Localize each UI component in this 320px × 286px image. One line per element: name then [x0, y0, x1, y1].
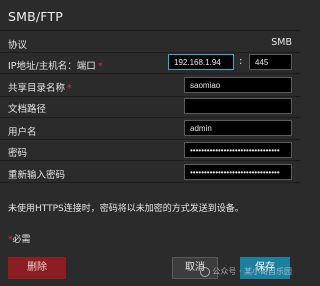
- password-label: 密码: [8, 148, 28, 159]
- row-divider: [0, 96, 300, 97]
- host-label-text: IP地址/主机名：端口: [8, 61, 96, 72]
- row-divider: [0, 139, 300, 140]
- required-asterisk: *: [67, 83, 72, 94]
- required-asterisk: *: [97, 61, 103, 72]
- document-path-input[interactable]: [184, 98, 292, 114]
- port-separator: :: [239, 56, 243, 67]
- title-divider: [0, 30, 300, 31]
- row-divider: [0, 73, 300, 74]
- share-name-input[interactable]: saomiao: [184, 77, 292, 93]
- username-label: 用户名: [8, 127, 37, 138]
- watermark: 公众号 · 某小哥自乐园: [200, 266, 292, 277]
- protocol-value: SMB: [271, 37, 292, 48]
- required-note-text: 必需: [12, 235, 31, 245]
- share-label: 共享目录名称 *: [8, 80, 72, 94]
- row-divider: [0, 52, 300, 53]
- wechat-icon: [200, 266, 211, 277]
- watermark-text: 公众号 · 某小哥自乐园: [212, 267, 292, 276]
- confirm-password-label: 重新输入密码: [8, 170, 66, 181]
- delete-button[interactable]: 删除: [8, 257, 66, 279]
- dialog-title: SMB/FTP: [8, 9, 64, 24]
- row-divider: [0, 182, 300, 183]
- confirm-password-input[interactable]: ••••••••••••••••••••••••••••••••: [184, 164, 292, 180]
- username-input[interactable]: admin: [184, 120, 292, 136]
- port-input[interactable]: 445: [249, 54, 292, 70]
- row-divider: [0, 117, 300, 118]
- password-input[interactable]: ••••••••••••••••••••••••••••••••: [184, 142, 292, 158]
- ip-address-input[interactable]: 192.168.1.94: [168, 54, 234, 70]
- host-label: IP地址/主机名：端口 *: [8, 58, 102, 72]
- path-label: 文档路径: [8, 104, 47, 115]
- protocol-label: 协议: [8, 40, 28, 51]
- required-note: *必需: [8, 232, 31, 245]
- https-notice: 未使用HTTPS连接时，密码将以未加密的方式发送到设备。: [8, 204, 244, 214]
- share-label-text: 共享目录名称: [8, 83, 66, 94]
- row-divider: [0, 160, 300, 161]
